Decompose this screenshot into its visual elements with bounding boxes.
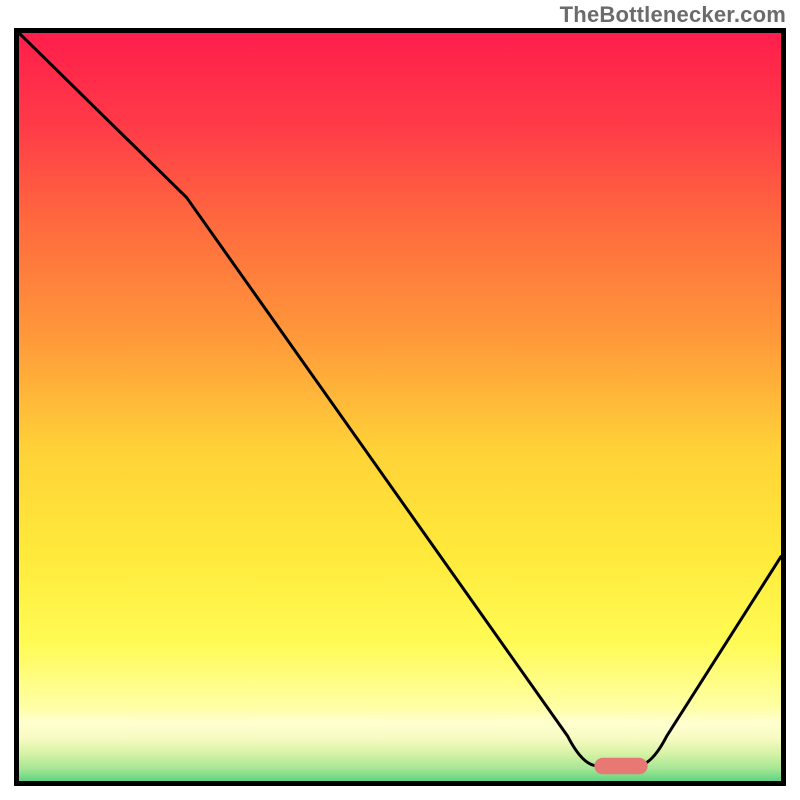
bottleneck-curve (19, 33, 781, 766)
chart-container: TheBottlenecker.com (0, 0, 800, 800)
attribution-text: TheBottlenecker.com (560, 2, 786, 28)
optimal-marker (594, 758, 647, 774)
plot-area (14, 28, 786, 786)
curve-layer (19, 33, 781, 781)
